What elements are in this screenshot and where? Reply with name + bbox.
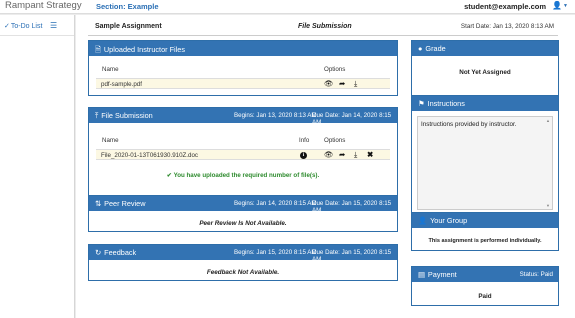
check-icon: ✔	[166, 172, 172, 179]
todo-label: To-Do List	[10, 23, 43, 30]
main-content: Sample Assignment File Submission Start …	[76, 15, 575, 318]
due-date: Due Date: Jan 14, 2020 8:15 AM	[312, 112, 392, 126]
assignment-type: File Submission	[298, 23, 352, 30]
column-name: Name	[102, 66, 119, 73]
panel-title: Feedback	[104, 248, 137, 257]
payment-panel: ▤ Payment Status: Paid Paid	[411, 266, 559, 306]
panel-header: ⇅ Peer Review Begins: Jan 14, 2020 8:15 A…	[89, 196, 397, 214]
file-icon: 🗎	[95, 45, 101, 54]
panel-title: Grade	[425, 44, 446, 53]
divider	[88, 35, 558, 36]
assignment-name: Sample Assignment	[95, 23, 162, 30]
chevron-down-icon[interactable]: ▼	[563, 3, 568, 9]
grade-panel: ● Grade Not Yet Assigned	[411, 40, 559, 97]
due-date: Due Date: Jan 15, 2020 8:15 AM	[312, 249, 392, 263]
panel-title: Peer Review	[104, 199, 146, 208]
instructor-files-panel: 🗎 Uploaded Instructor Files Name Options …	[88, 40, 398, 96]
begins-date: Begins: Jan 14, 2020 8:15 AM	[234, 200, 317, 207]
instructions-text: Instructions provided by instructor.	[421, 121, 517, 128]
share-icon[interactable]: ➦	[339, 80, 345, 88]
group-text: This assignment is performed individuall…	[428, 238, 542, 244]
panel-title: File Submission	[101, 111, 153, 120]
info-icon[interactable]: i	[300, 151, 307, 159]
panel-title: Instructions	[427, 99, 465, 108]
panel-title: Payment	[427, 270, 457, 279]
brand-name[interactable]: Rampant Strategy	[5, 0, 82, 11]
refresh-icon: ↻	[95, 248, 102, 257]
user-email[interactable]: student@example.com	[464, 2, 546, 11]
view-icon[interactable]: 👁	[324, 151, 334, 159]
feedback-message: Feedback Not Available.	[206, 269, 280, 276]
begins-date: Begins: Jan 13, 2020 8:13 AM	[234, 112, 317, 119]
scroll-down-icon[interactable]: ▼	[546, 203, 550, 208]
column-info: Info	[299, 137, 310, 144]
flag-icon: ⚑	[418, 99, 425, 108]
apple-icon: ●	[418, 44, 423, 53]
table-row: File_2020-01-13T061930.910Z.doc i 👁 ➦ ⤓ …	[96, 149, 390, 160]
instructions-panel: ⚑ Instructions Instructions provided by i…	[411, 95, 559, 217]
file-name[interactable]: pdf-sample.pdf	[101, 81, 142, 88]
user-icon[interactable]: 👤	[552, 1, 562, 10]
begins-date: Begins: Jan 15, 2020 8:15 AM	[234, 249, 317, 256]
panel-header: 🗎 Uploaded Instructor Files	[89, 41, 397, 56]
scroll-up-icon[interactable]: ▲	[546, 118, 550, 123]
grade-value: Not Yet Assigned	[459, 69, 511, 76]
download-icon[interactable]: ⤓	[354, 151, 357, 159]
upload-icon: ⤒	[95, 111, 99, 120]
list-icon[interactable]: ☰	[50, 21, 57, 30]
file-name[interactable]: File_2020-01-13T061930.910Z.doc	[101, 152, 198, 159]
panel-title: Uploaded Instructor Files	[103, 45, 185, 54]
todo-list-link[interactable]: ✓To-Do List ☰	[4, 21, 57, 30]
sort-icon: ⇅	[95, 199, 102, 208]
panel-header: ↻ Feedback Begins: Jan 15, 2020 8:15 AM D…	[89, 245, 397, 263]
panel-header: ● Grade	[412, 41, 558, 56]
check-icon: ✓	[4, 23, 10, 30]
download-icon[interactable]: ⤓	[354, 80, 357, 88]
panel-header: ⤒ File Submission Begins: Jan 13, 2020 8:…	[89, 108, 397, 126]
panel-header: ⚑ Instructions	[412, 96, 558, 111]
credit-card-icon: ▤	[418, 270, 425, 279]
user-icon: 👤	[418, 216, 428, 225]
payment-status: Status: Paid	[519, 271, 553, 278]
feedback-panel: ↻ Feedback Begins: Jan 15, 2020 8:15 AM D…	[88, 244, 398, 281]
start-date: Start Date: Jan 13, 2020 8:13 AM	[460, 23, 554, 30]
success-message: ✔ You have uploaded the required number …	[89, 172, 397, 179]
success-text: You have uploaded the required number of…	[173, 172, 320, 179]
payment-value: Paid	[478, 293, 492, 300]
instructions-box[interactable]: Instructions provided by instructor. ▲ ▼	[417, 116, 553, 210]
column-options: Options	[324, 137, 346, 144]
peer-review-message: Peer Review Is Not Available.	[199, 220, 287, 227]
file-submission-panel: ⤒ File Submission Begins: Jan 13, 2020 8:…	[88, 107, 398, 198]
sidebar: ✓To-Do List ☰	[0, 15, 75, 318]
share-icon[interactable]: ➦	[339, 151, 345, 159]
panel-header: ▤ Payment Status: Paid	[412, 267, 558, 282]
group-panel: 👤 Your Group This assignment is performed…	[411, 212, 559, 251]
divider	[0, 35, 74, 36]
view-icon[interactable]: 👁	[324, 80, 334, 88]
column-options: Options	[324, 66, 346, 73]
column-name: Name	[102, 137, 119, 144]
table-row: pdf-sample.pdf 👁 ➦ ⤓	[96, 78, 390, 89]
panel-title: Your Group	[430, 216, 468, 225]
delete-icon[interactable]: ✖	[367, 151, 373, 159]
top-bar: Rampant Strategy Section: Example studen…	[0, 0, 575, 14]
due-date: Due Date: Jan 15, 2020 8:15 AM	[312, 200, 392, 214]
peer-review-panel: ⇅ Peer Review Begins: Jan 14, 2020 8:15 A…	[88, 195, 398, 232]
panel-header: 👤 Your Group	[412, 213, 558, 228]
section-link[interactable]: Section: Example	[96, 2, 159, 11]
